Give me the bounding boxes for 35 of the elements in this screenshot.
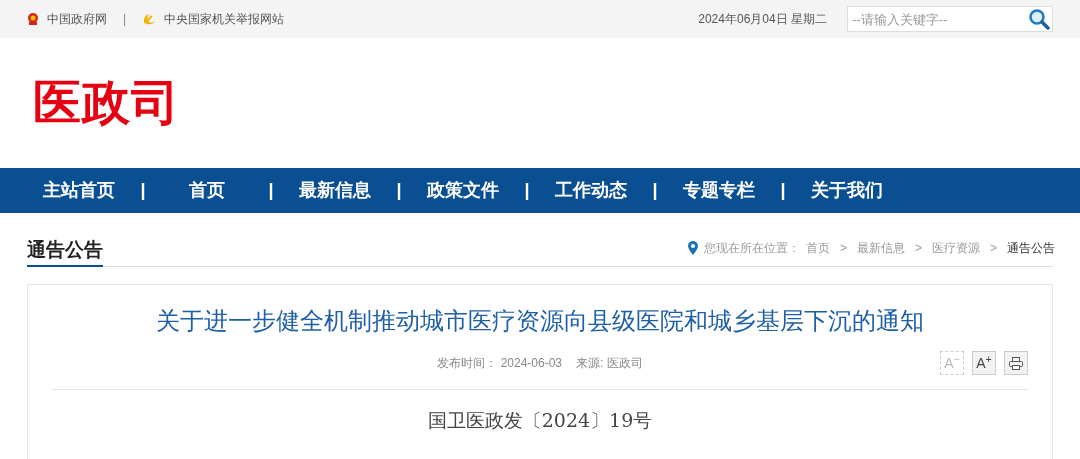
nav-item[interactable]: 最新信息 xyxy=(283,177,387,204)
nav-item[interactable]: 主站首页 xyxy=(27,177,131,204)
article-title: 关于进一步健全机制推动城市医疗资源向县级医院和城乡基层下沉的通知 xyxy=(155,306,925,336)
top-link[interactable]: 中央国家机关举报网站 xyxy=(164,10,285,28)
site-logo: 医政司 xyxy=(33,75,180,131)
nav-item[interactable]: 工作动态 xyxy=(539,177,643,204)
link-separator: | xyxy=(123,11,127,28)
breadcrumb-separator: > xyxy=(990,240,997,257)
emblem-icon xyxy=(27,12,39,26)
nav-separator: | xyxy=(651,179,659,202)
nav-item[interactable]: 专题专栏 xyxy=(667,177,771,204)
breadcrumb-label: 您现在所在位置： xyxy=(703,240,800,257)
article-meta: 发布时间： 2024-06-03 xyxy=(437,355,562,372)
location-pin-icon xyxy=(687,241,698,255)
breadcrumb-separator: > xyxy=(839,240,847,257)
nav-separator: | xyxy=(779,179,787,202)
print-button[interactable] xyxy=(1004,351,1028,375)
search-icon[interactable] xyxy=(1028,8,1050,30)
breadcrumb-link[interactable]: 通告公告 xyxy=(1007,239,1055,257)
nav-item[interactable]: 关于我们 xyxy=(795,177,899,204)
nav-item[interactable]: 首页 xyxy=(155,177,259,204)
top-link[interactable]: 中国政府网 xyxy=(47,10,107,28)
current-date: 2024年06月04日 星期二 xyxy=(698,11,827,28)
nav-separator: | xyxy=(395,179,403,202)
search-field[interactable]: --请输入关键字-- xyxy=(847,6,1053,32)
font-size-button[interactable]: A$^{+}$ xyxy=(972,351,996,375)
nav-separator: | xyxy=(139,179,147,202)
breadcrumb-separator: > xyxy=(914,240,922,257)
printer-icon xyxy=(1009,356,1023,370)
article-meta: 来源: 医政司 xyxy=(576,355,643,372)
document-number: 国卫医政发〔2024〕19号 xyxy=(426,408,654,433)
nav-separator: | xyxy=(523,179,531,202)
section-title: 通告公告 xyxy=(27,235,103,267)
nav-item[interactable]: 政策文件 xyxy=(411,177,515,204)
nav-separator: | xyxy=(267,179,275,202)
